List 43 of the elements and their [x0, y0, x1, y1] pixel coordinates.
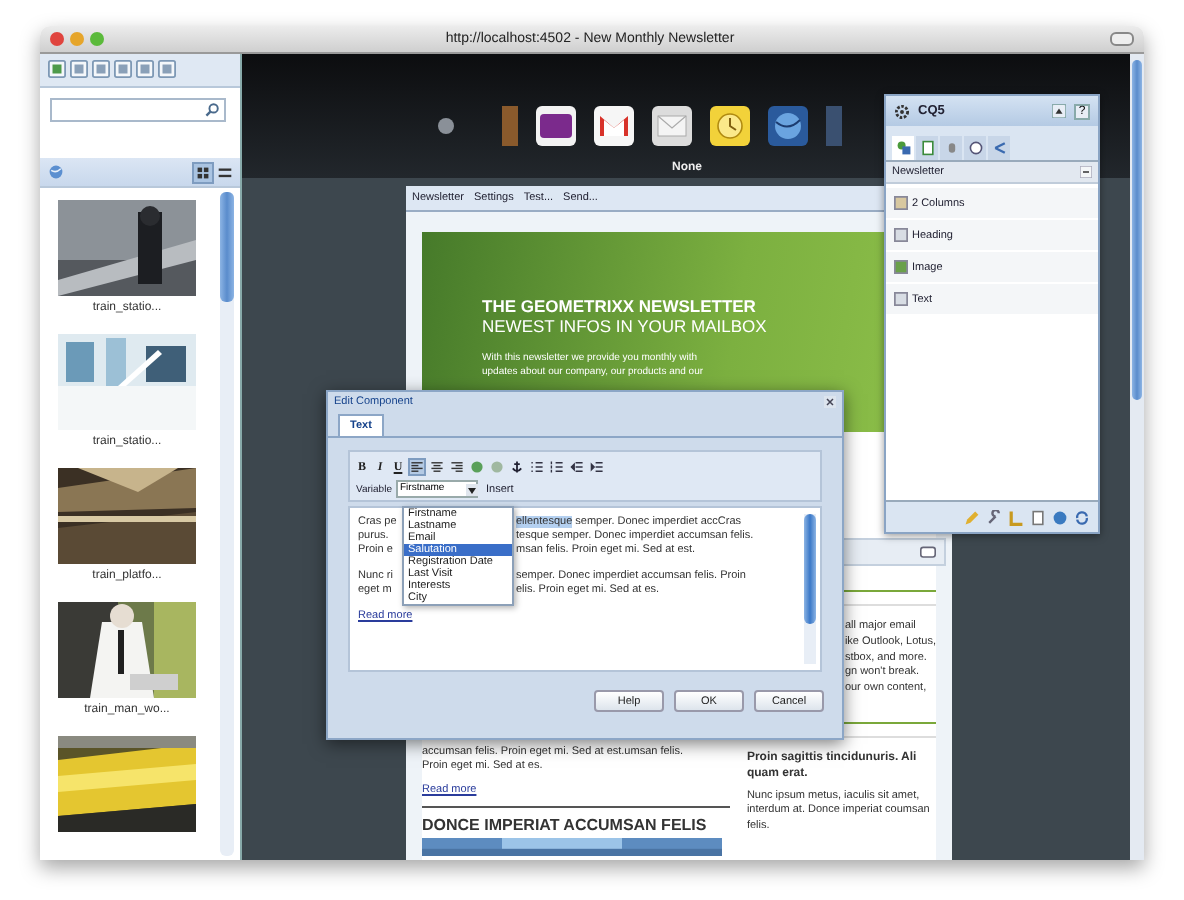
components-icon [895, 140, 911, 156]
search-icon[interactable] [204, 102, 220, 118]
link-icon[interactable] [470, 460, 484, 474]
refresh-icon[interactable] [1074, 509, 1090, 525]
collapse-icon[interactable] [1052, 104, 1066, 118]
document-icon [894, 228, 908, 242]
carousel-dot[interactable] [438, 118, 454, 134]
scrollbar[interactable] [220, 192, 234, 856]
collapse-icon[interactable] [1080, 166, 1092, 178]
panel-tab[interactable] [964, 136, 986, 160]
close-icon[interactable] [824, 396, 836, 408]
panel-tab[interactable] [916, 136, 938, 160]
scrollbar[interactable] [1130, 54, 1144, 860]
envelope-icon[interactable] [594, 106, 634, 146]
toolbar-toggle-button[interactable] [1110, 32, 1134, 46]
panel-tab[interactable] [892, 136, 914, 160]
align-icon[interactable] [410, 460, 424, 474]
page-icon[interactable] [1030, 509, 1046, 525]
image-icon [894, 260, 908, 274]
search-field[interactable] [50, 98, 226, 122]
grid-view-icon[interactable] [194, 163, 212, 181]
document-icon [894, 292, 908, 306]
scrollbar[interactable] [804, 514, 816, 664]
numbered-list-icon[interactable] [550, 460, 564, 474]
columns-icon [894, 196, 908, 210]
close-button[interactable] [50, 32, 64, 46]
app-icon[interactable] [536, 106, 576, 146]
section-heading: DONCE IMPERIAT ACCUMSAN FELIS [422, 806, 731, 834]
page-icon [919, 140, 935, 156]
comment-icon[interactable] [920, 545, 936, 559]
align-icon[interactable] [430, 460, 444, 474]
anchor-icon[interactable] [510, 460, 524, 474]
list-view-icon[interactable] [216, 163, 234, 181]
banner-subtitle: NEWEST INFOS IN YOUR MAILBOX [482, 316, 767, 336]
outdent-icon[interactable] [570, 460, 584, 474]
banner-title: THE GEOMETRIXX NEWSLETTER [482, 296, 756, 316]
indent-icon[interactable] [590, 460, 604, 474]
gear-icon [894, 103, 910, 119]
panel-tab[interactable] [988, 136, 1010, 160]
share-icon [991, 140, 1007, 156]
bullet-list-icon[interactable] [530, 460, 544, 474]
align-icon[interactable] [450, 460, 464, 474]
envelope-icon[interactable] [652, 106, 692, 146]
